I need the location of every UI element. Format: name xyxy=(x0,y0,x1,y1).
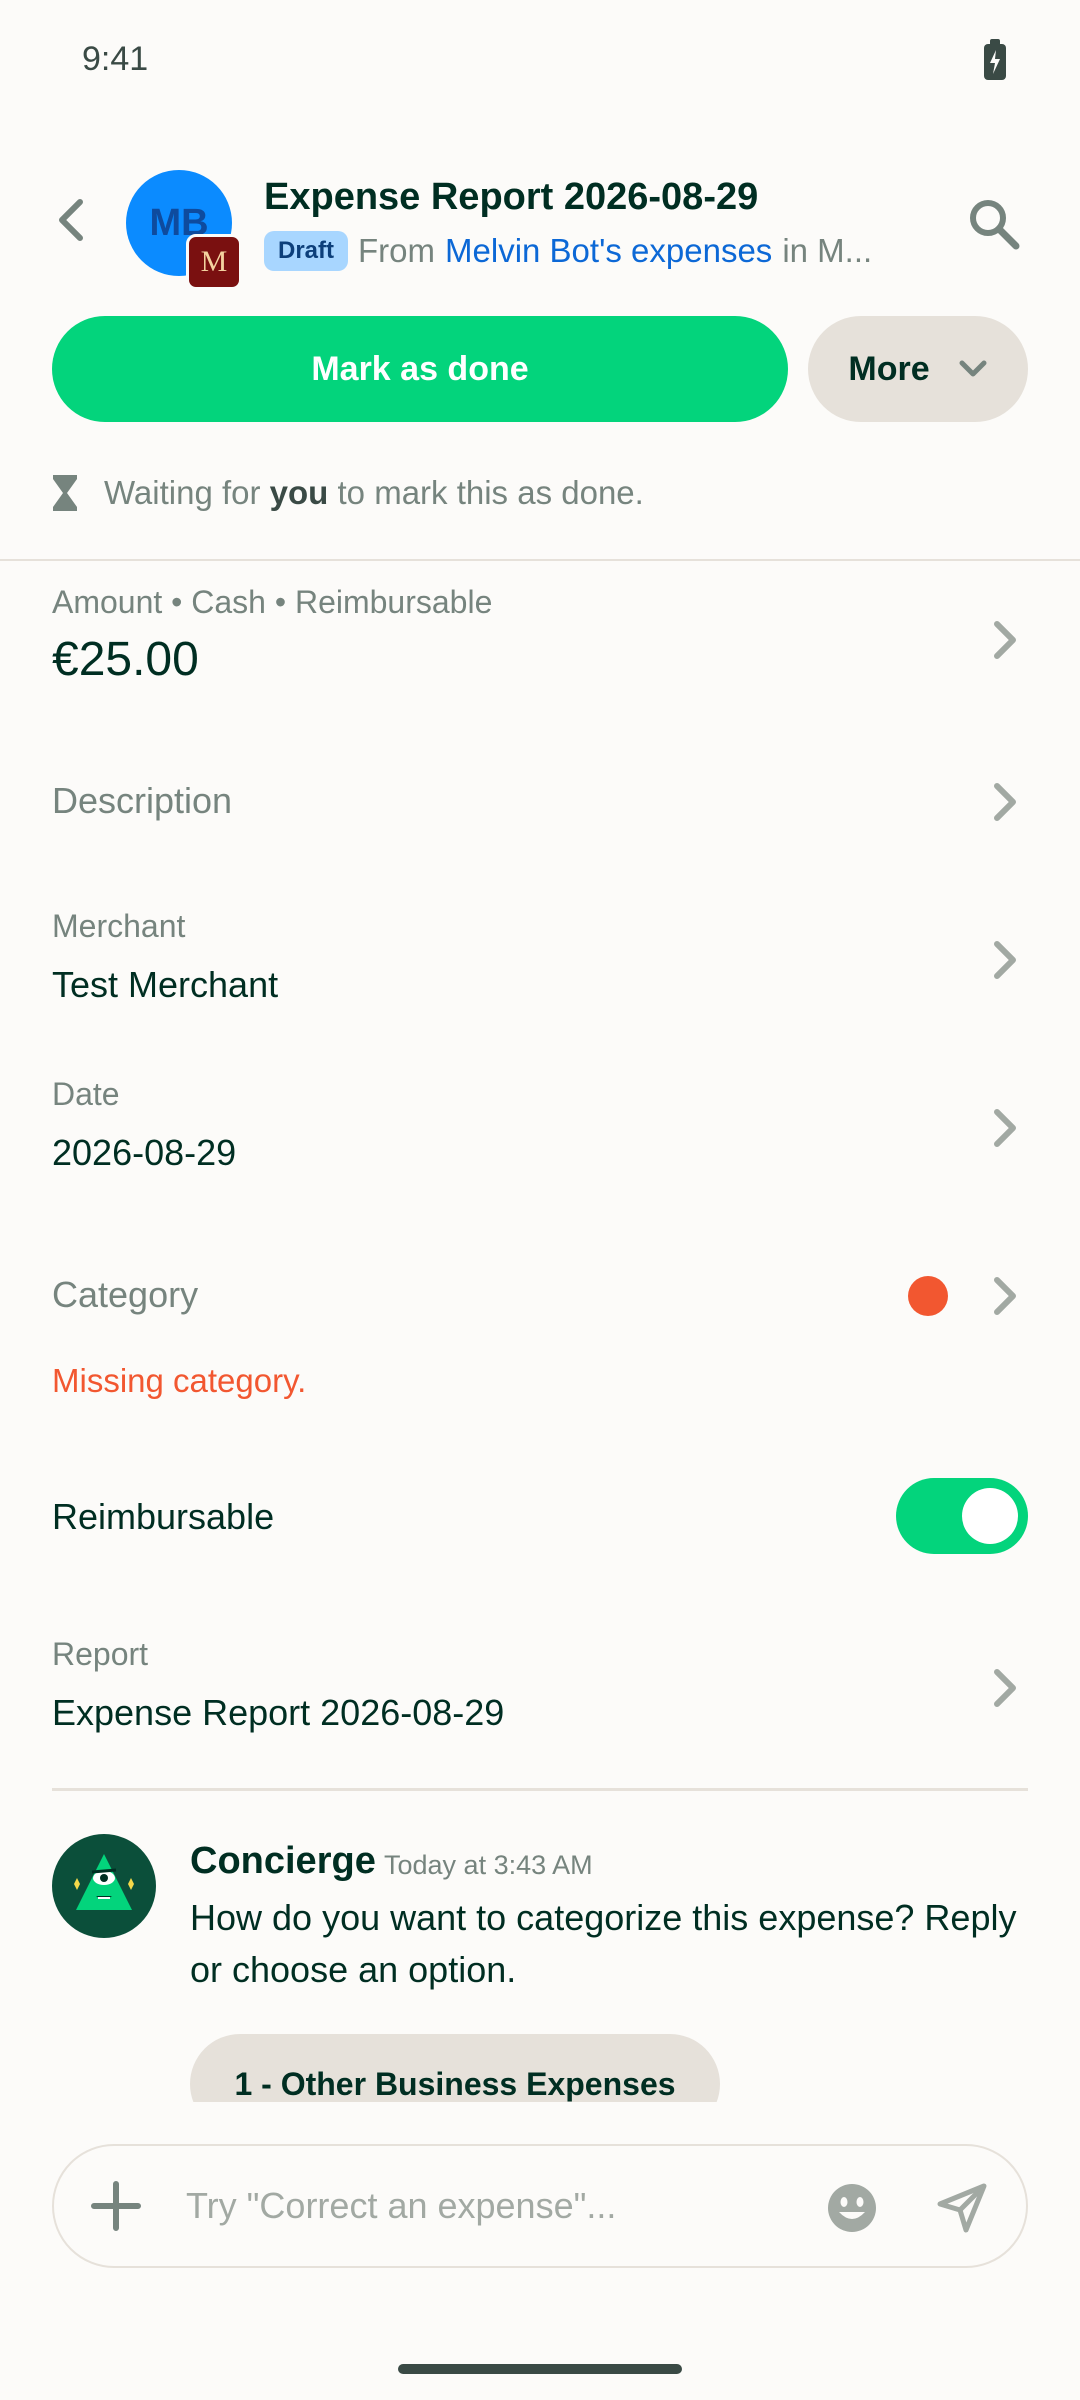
back-button[interactable] xyxy=(50,196,94,244)
report-label: Report xyxy=(52,1636,149,1672)
search-button[interactable] xyxy=(966,196,1022,252)
category-field[interactable]: Category xyxy=(52,1274,198,1316)
date-label: Date xyxy=(52,1076,120,1112)
chevron-right-icon[interactable] xyxy=(990,1666,1020,1710)
error-indicator-dot xyxy=(908,1276,948,1316)
merchant-value[interactable]: Test Merchant xyxy=(52,964,278,1006)
search-icon xyxy=(970,200,1020,250)
chevron-right-icon[interactable] xyxy=(990,1106,1020,1150)
waiting-you: you xyxy=(269,474,329,511)
message-text: How do you want to categorize this expen… xyxy=(190,1897,1017,1990)
battery-charging-icon xyxy=(984,39,1006,80)
add-attachment-button[interactable] xyxy=(90,2180,142,2232)
waiting-suffix: to mark this as done. xyxy=(337,474,644,511)
home-indicator xyxy=(398,2364,682,2374)
in-workspace-text: in M... xyxy=(782,232,873,269)
description-field[interactable]: Description xyxy=(52,780,232,822)
header-divider xyxy=(0,559,1080,561)
amount-label: Amount • Cash • Reimbursable xyxy=(52,584,493,620)
option-button-1[interactable]: 1 - Other Business Expenses xyxy=(190,2034,720,2102)
chevron-right-icon[interactable] xyxy=(990,618,1020,662)
section-divider xyxy=(52,1788,1028,1791)
emoji-icon xyxy=(828,2184,876,2232)
category-error-text: Missing category. xyxy=(52,1362,307,1399)
send-button[interactable] xyxy=(936,2182,988,2234)
waiting-status: Waiting for you to mark this as done. xyxy=(52,468,644,518)
report-subtitle[interactable]: Draft From Melvin Bot's expenses in M... xyxy=(264,228,896,274)
more-label: More xyxy=(848,349,930,388)
from-prefix: From xyxy=(358,232,436,269)
report-title[interactable]: Expense Report 2026-08-29 xyxy=(264,176,758,219)
status-time: 9:41 xyxy=(82,40,149,78)
status-badge: Draft xyxy=(264,231,349,271)
concierge-logo-icon xyxy=(74,1854,134,1910)
message-timestamp: Today at 3:43 AM xyxy=(384,1850,593,1880)
reimbursable-label: Reimbursable xyxy=(52,1496,275,1537)
concierge-avatar[interactable] xyxy=(52,1834,156,1938)
date-value[interactable]: 2026-08-29 xyxy=(52,1132,236,1174)
hourglass-icon xyxy=(53,475,77,511)
amount-value[interactable]: €25.00 xyxy=(52,632,199,687)
plus-icon xyxy=(91,2181,141,2231)
send-icon xyxy=(937,2183,987,2233)
more-button[interactable]: More xyxy=(808,316,1028,422)
message-sender: Concierge xyxy=(190,1840,376,1882)
option-clip: 1 - Other Business Expenses xyxy=(190,2034,730,2102)
emoji-button[interactable] xyxy=(826,2182,878,2234)
from-link[interactable]: Melvin Bot's expenses xyxy=(445,232,772,270)
composer-input[interactable] xyxy=(186,2176,786,2236)
reimbursable-toggle[interactable] xyxy=(896,1478,1028,1554)
chevron-down-icon xyxy=(959,360,987,377)
chevron-left-icon xyxy=(59,199,83,241)
chevron-right-icon[interactable] xyxy=(990,780,1020,824)
report-value[interactable]: Expense Report 2026-08-29 xyxy=(52,1692,504,1734)
chevron-right-icon[interactable] xyxy=(990,1274,1020,1318)
merchant-label: Merchant xyxy=(52,908,186,944)
chevron-right-icon[interactable] xyxy=(990,938,1020,982)
mark-as-done-button[interactable]: Mark as done xyxy=(52,316,788,422)
workspace-avatar: M xyxy=(186,234,242,290)
report-avatar[interactable]: MB M xyxy=(126,170,242,290)
waiting-prefix: Waiting for xyxy=(104,474,261,511)
